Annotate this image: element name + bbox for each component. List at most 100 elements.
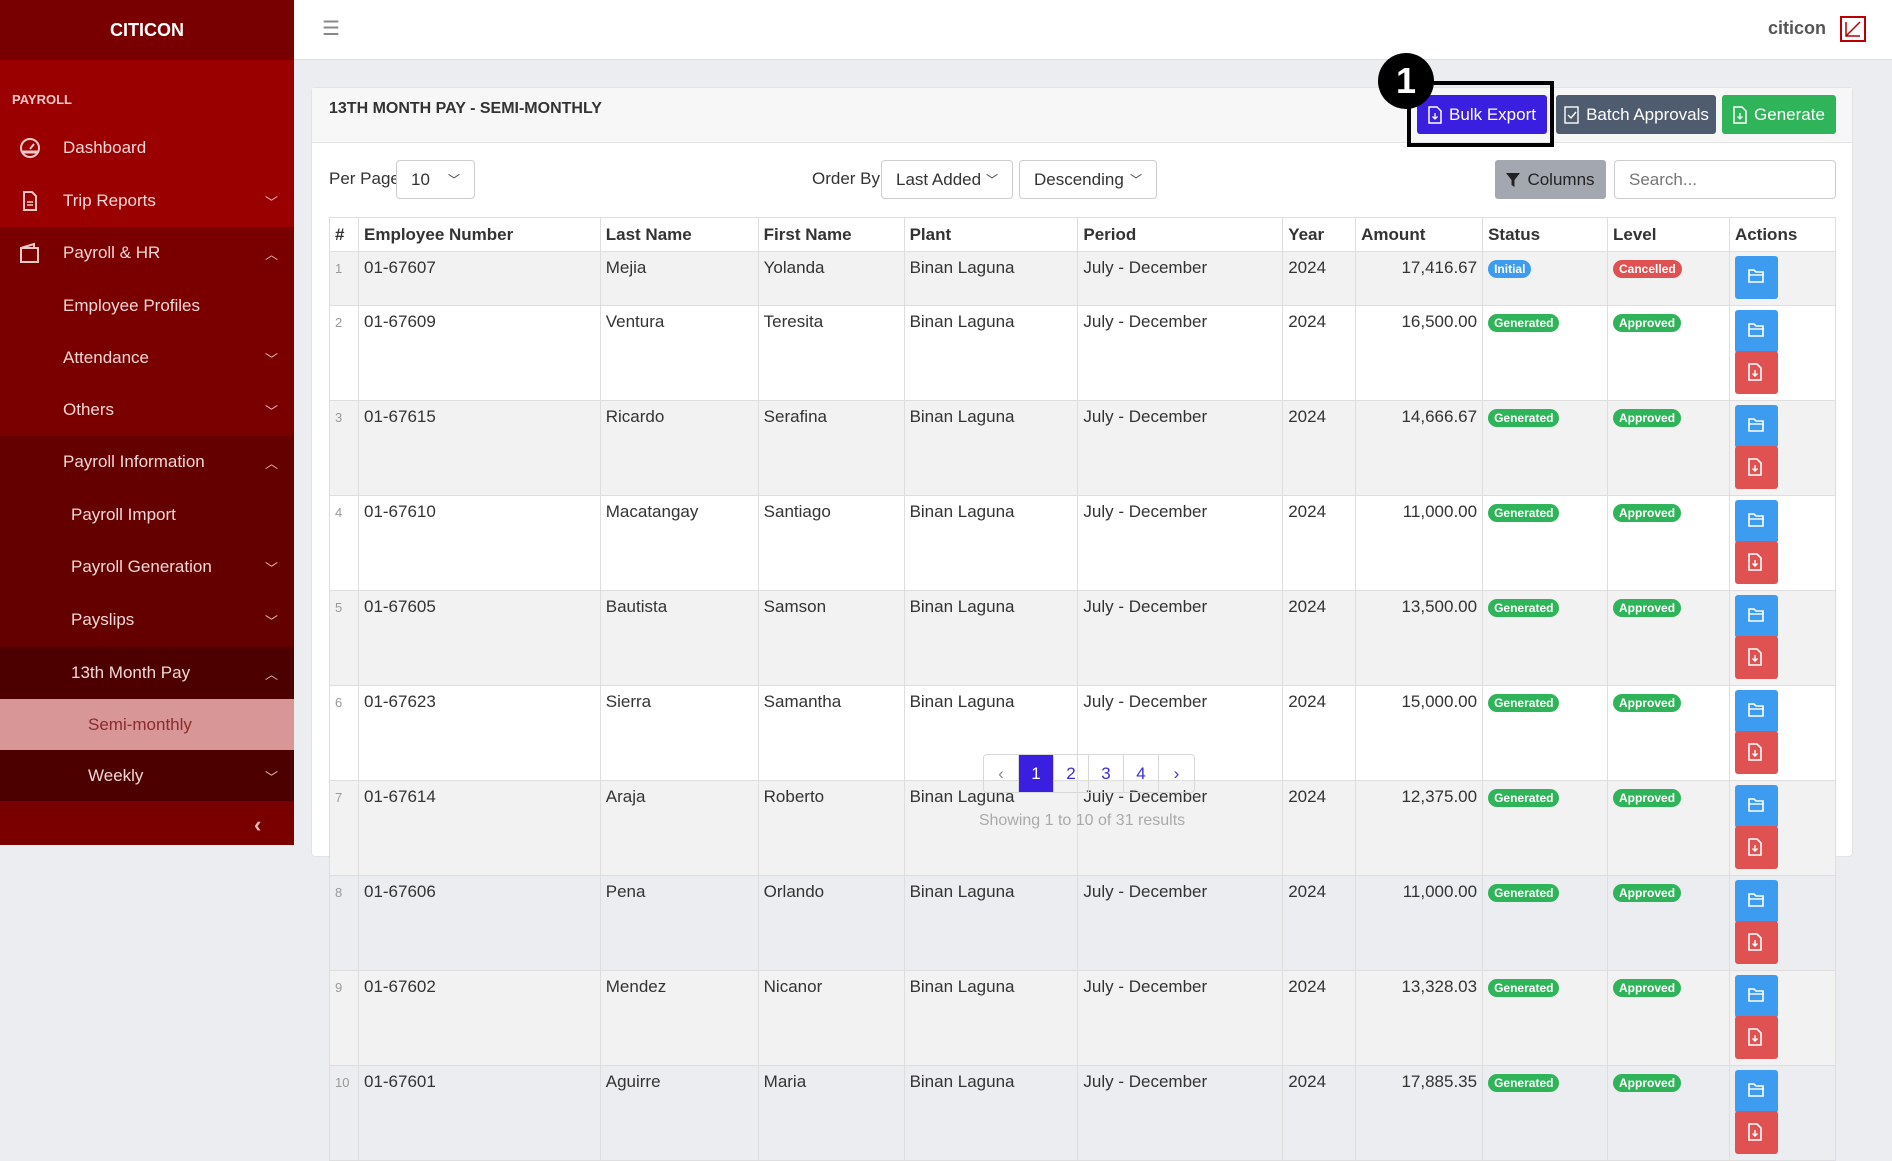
column-header[interactable]: # — [329, 217, 359, 252]
chevron-down-icon: ﹀ — [264, 351, 278, 367]
column-header[interactable]: First Name — [757, 217, 905, 252]
user-name[interactable]: citicon — [1768, 18, 1826, 39]
company-logo-icon[interactable] — [1840, 16, 1866, 42]
download-button[interactable] — [1734, 446, 1778, 489]
period-cell: July - December — [1077, 970, 1284, 1066]
last-name-cell: Ventura — [599, 305, 759, 401]
level-badge: Cancelled — [1613, 260, 1682, 278]
generate-button[interactable]: Generate — [1722, 95, 1836, 134]
per-page-select[interactable]: 10 ﹀ — [396, 160, 475, 199]
table-row[interactable]: 4 01-67610 Macatangay Santiago Binan Laguna J… — [329, 495, 1837, 591]
sidebar-item-13th-month-pay[interactable]: 13th Month Pay ︿ — [0, 647, 294, 699]
checklist-icon — [1564, 105, 1579, 124]
status-cell: Generated — [1482, 590, 1609, 686]
last-name-cell: Araja — [599, 780, 759, 876]
last-name-cell: Macatangay — [599, 495, 759, 591]
download-button[interactable] — [1734, 1111, 1778, 1154]
view-button[interactable] — [1734, 785, 1778, 828]
column-header[interactable]: Level — [1607, 217, 1730, 252]
view-button[interactable] — [1734, 405, 1778, 448]
download-button[interactable] — [1734, 826, 1778, 869]
hamburger-menu-icon[interactable]: ☰ — [322, 16, 340, 41]
first-name-cell: Nicanor — [757, 970, 905, 1066]
plant-cell: Binan Laguna — [903, 305, 1079, 401]
status-badge: Generated — [1488, 789, 1560, 807]
chevron-down-icon: ﹀ — [264, 613, 278, 629]
column-header[interactable]: Employee Number — [357, 217, 601, 252]
first-name-cell: Teresita — [757, 305, 905, 401]
download-button[interactable] — [1734, 921, 1778, 964]
view-button[interactable] — [1734, 1070, 1778, 1113]
view-button[interactable] — [1734, 595, 1778, 638]
table-row[interactable]: 3 01-67615 Ricardo Serafina Binan Laguna July… — [329, 400, 1837, 496]
period-cell: July - December — [1077, 400, 1284, 496]
row-number-cell: 8 — [329, 875, 359, 971]
search-input[interactable] — [1614, 160, 1836, 199]
column-header[interactable]: Status — [1482, 217, 1609, 252]
sidebar-item-trip-reports[interactable]: Trip Reports ﹀ — [0, 175, 294, 227]
sort-direction-select[interactable]: Descending ﹀ — [1019, 160, 1157, 199]
table-row[interactable]: 5 01-67605 Bautista Samson Binan Laguna July … — [329, 590, 1837, 686]
sidebar-item-payslips[interactable]: Payslips ﹀ — [0, 594, 294, 646]
download-button[interactable] — [1734, 541, 1778, 584]
view-button[interactable] — [1734, 310, 1778, 353]
pagination-page[interactable]: 2 — [1054, 755, 1089, 792]
column-header[interactable]: Plant — [903, 217, 1079, 252]
results-summary: Showing 1 to 10 of 31 results — [978, 812, 1186, 829]
view-button[interactable] — [1734, 690, 1778, 733]
sidebar-item-payroll-hr[interactable]: Payroll & HR ︿ — [0, 227, 294, 279]
chevron-down-icon: ﹀ — [264, 769, 278, 785]
download-button[interactable] — [1734, 731, 1778, 774]
column-header[interactable]: Last Name — [599, 217, 759, 252]
chevron-down-icon: ﹀ — [447, 173, 460, 187]
table-row[interactable]: 9 01-67602 Mendez Nicanor Binan Laguna July -… — [329, 970, 1837, 1066]
order-by-select[interactable]: Last Added ﹀ — [881, 160, 1013, 199]
actions-cell — [1728, 400, 1837, 496]
last-name-cell: Mejia — [599, 251, 759, 306]
download-button[interactable] — [1734, 636, 1778, 679]
view-button[interactable] — [1734, 975, 1778, 1018]
sidebar-item-payroll-import[interactable]: Payroll Import — [0, 489, 294, 541]
sidebar-item-payroll-information[interactable]: Payroll Information ︿ — [0, 436, 294, 488]
employee-number-cell: 01-67623 — [357, 685, 601, 781]
table-row[interactable]: 2 01-67609 Ventura Teresita Binan Laguna July… — [329, 305, 1837, 401]
table-row[interactable]: 1 01-67607 Mejia Yolanda Binan Laguna July - … — [329, 251, 1837, 306]
download-button[interactable] — [1734, 351, 1778, 394]
table-row[interactable]: 10 01-67601 Aguirre Maria Binan Laguna July -… — [329, 1065, 1837, 1161]
sidebar-item-payroll-generation[interactable]: Payroll Generation ﹀ — [0, 541, 294, 593]
download-button[interactable] — [1734, 1016, 1778, 1059]
view-button[interactable] — [1734, 500, 1778, 543]
column-header[interactable]: Actions — [1728, 217, 1837, 252]
sidebar-item-attendance[interactable]: Attendance ﹀ — [0, 332, 294, 384]
employee-number-cell: 01-67602 — [357, 970, 601, 1066]
sidebar-item-employee-profiles[interactable]: Employee Profiles — [0, 280, 294, 332]
status-badge: Generated — [1488, 694, 1560, 712]
table-row[interactable]: 8 01-67606 Pena Orlando Binan Laguna July - D… — [329, 875, 1837, 971]
column-header[interactable]: Period — [1077, 217, 1284, 252]
sidebar-item-dashboard[interactable]: Dashboard — [0, 122, 294, 174]
pagination-page[interactable]: 1 — [1019, 755, 1054, 792]
sidebar-item-others[interactable]: Others ﹀ — [0, 384, 294, 436]
period-cell: July - December — [1077, 305, 1284, 401]
sidebar-item-weekly[interactable]: Weekly ﹀ — [0, 750, 294, 802]
chevron-up-icon: ︿ — [264, 246, 278, 262]
employee-number-cell: 01-67605 — [357, 590, 601, 686]
brand-logo[interactable]: CITICON — [0, 0, 294, 60]
chevron-up-icon: ︿ — [264, 455, 278, 471]
row-number-cell: 7 — [329, 780, 359, 876]
page-title: 13TH MONTH PAY - SEMI-MONTHLY — [329, 100, 602, 117]
chevron-up-icon: ︿ — [264, 666, 278, 682]
sidebar-item-semi-monthly[interactable]: Semi-monthly — [0, 699, 294, 751]
batch-approvals-button[interactable]: Batch Approvals — [1556, 95, 1716, 134]
pagination-page[interactable]: 3 — [1089, 755, 1124, 792]
column-header[interactable]: Amount — [1355, 217, 1484, 252]
pagination-page[interactable]: 4 — [1124, 755, 1159, 792]
column-header[interactable]: Year — [1282, 217, 1357, 252]
collapse-sidebar-chevron-icon[interactable]: ‹ — [254, 812, 261, 838]
pagination-prev[interactable]: ‹ — [984, 755, 1019, 792]
view-button[interactable] — [1734, 256, 1778, 299]
period-cell: July - December — [1077, 251, 1284, 306]
view-button[interactable] — [1734, 880, 1778, 923]
pagination-next[interactable]: › — [1159, 755, 1194, 792]
columns-button[interactable]: Columns — [1495, 160, 1606, 199]
